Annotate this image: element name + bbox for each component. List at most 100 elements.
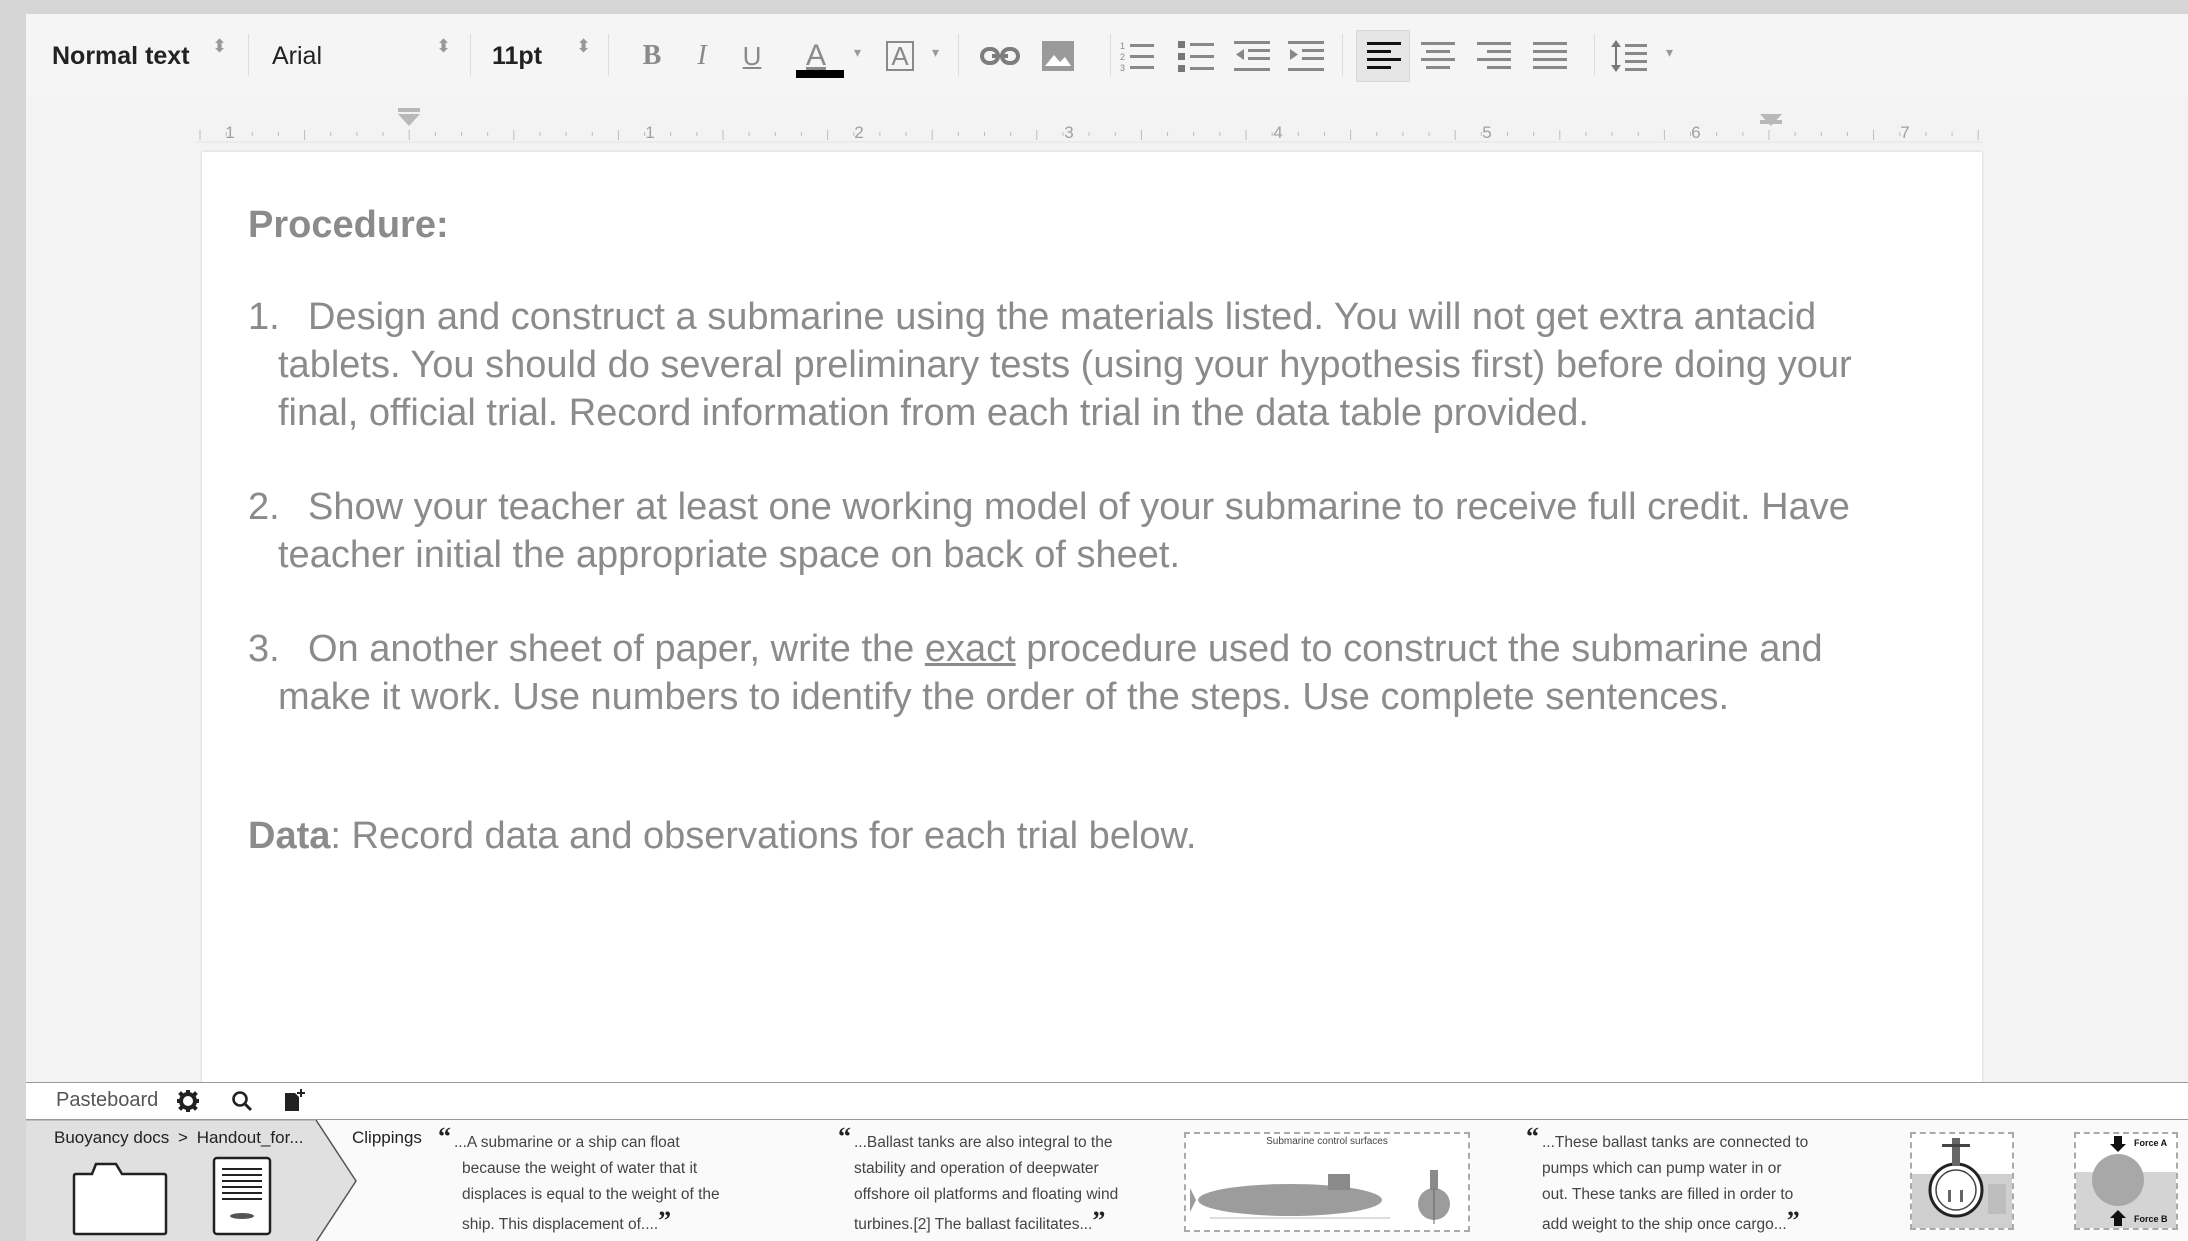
procedure-step-3: 3. On another sheet of paper, write the …: [248, 625, 1888, 721]
folder-icon[interactable]: [72, 1160, 168, 1236]
font-size-value: 11pt: [492, 41, 543, 70]
close-quote-icon: ”: [658, 1206, 672, 1235]
bold-label: B: [642, 40, 662, 71]
font-family-select[interactable]: Arial: [272, 34, 322, 78]
clipping-image-submarine[interactable]: Submarine control surfaces: [1184, 1132, 1470, 1232]
svg-text:1: 1: [1120, 41, 1125, 51]
submarine-cross-section-icon: [1912, 1138, 2012, 1228]
text-color-swatch: [796, 70, 844, 78]
numbered-list-icon[interactable]: 123: [1116, 34, 1160, 78]
decrease-indent-icon[interactable]: [1230, 34, 1274, 78]
clipping-image-cross-section[interactable]: [1910, 1132, 2014, 1230]
breadcrumb: Buoyancy docs > Handout_for...: [54, 1128, 304, 1148]
paragraph-style-select[interactable]: Normal text: [52, 34, 190, 78]
search-icon[interactable]: [230, 1089, 254, 1113]
ruler-scale: 1 1 2 3 4 5 6 7: [196, 108, 1982, 143]
breadcrumb-separator: >: [178, 1128, 188, 1147]
italic-icon[interactable]: I: [680, 34, 724, 78]
breadcrumb-folder[interactable]: Buoyancy docs: [54, 1128, 169, 1147]
svg-text:3: 3: [1120, 63, 1125, 73]
increase-indent-icon[interactable]: [1284, 34, 1328, 78]
font-family-value: Arial: [272, 41, 323, 70]
clipping-quote-2[interactable]: “ ...Ballast tanks are also integral to …: [838, 1124, 1119, 1238]
clipping-image-forces[interactable]: Force A Force B: [2074, 1132, 2178, 1230]
toolbar-divider: [470, 34, 471, 76]
formatting-toolbar: Normal text ⬍ Arial ⬍ 11pt ⬍ B I U A ▾ A…: [26, 14, 2188, 96]
open-quote-icon: “: [838, 1122, 851, 1151]
clip-line: ship. This displacement of....: [462, 1216, 659, 1233]
document-thumbnail-icon[interactable]: [212, 1156, 272, 1236]
image-icon[interactable]: [1036, 34, 1080, 78]
step-text: Design and construct a submarine using t…: [278, 296, 1852, 434]
chevron-down-icon[interactable]: ▾: [932, 44, 939, 61]
clipping-quote-1[interactable]: “ ...A submarine or a ship can float bec…: [438, 1124, 720, 1238]
font-size-arrows-icon[interactable]: ⬍: [576, 36, 591, 56]
force-b-label: Force B: [2134, 1214, 2168, 1224]
clippings-label: Clippings: [352, 1128, 422, 1147]
clip-line: pumps which can pump water in or: [1542, 1160, 1782, 1177]
first-line-indent-marker-icon: [398, 108, 420, 112]
ruler-label: 7: [1900, 123, 1909, 142]
chevron-down-icon[interactable]: ▾: [854, 44, 861, 61]
paragraph-style-value: Normal text: [52, 41, 190, 70]
highlight-icon[interactable]: A: [878, 34, 922, 78]
clip-line: turbines.[2] The ballast facilitates...: [854, 1216, 1093, 1233]
link-icon[interactable]: [978, 34, 1022, 78]
clip-line: displaces is equal to the weight of the: [462, 1186, 720, 1203]
breadcrumb-document[interactable]: Handout_for...: [197, 1128, 304, 1147]
align-center-icon[interactable]: [1416, 34, 1460, 78]
gear-icon[interactable]: [176, 1089, 200, 1113]
document-editor: Normal text ⬍ Arial ⬍ 11pt ⬍ B I U A ▾ A…: [26, 14, 2188, 1241]
window-frame-left: [0, 0, 26, 1241]
step-number: 3.: [248, 628, 280, 670]
pasteboard-body: Buoyancy docs > Handout_for... Clippings: [26, 1120, 2188, 1241]
bulleted-list-icon[interactable]: [1174, 34, 1218, 78]
open-quote-icon: “: [1526, 1122, 1539, 1151]
procedure-heading: Procedure:: [248, 204, 449, 246]
step-number: 1.: [248, 296, 280, 338]
ruler-label: 1: [225, 123, 234, 142]
toolbar-divider: [1594, 34, 1595, 76]
justify-icon[interactable]: [1528, 34, 1572, 78]
new-document-icon[interactable]: [282, 1089, 306, 1113]
chevron-down-icon[interactable]: ▾: [1666, 44, 1673, 61]
paragraph-style-arrows-icon[interactable]: ⬍: [212, 36, 227, 56]
font-family-arrows-icon[interactable]: ⬍: [436, 36, 451, 56]
force-a-label: Force A: [2134, 1138, 2168, 1148]
procedure-step-2: 2. Show your teacher at least one workin…: [248, 483, 1888, 579]
toolbar-divider: [1110, 34, 1111, 76]
pasteboard-title: Pasteboard: [56, 1089, 159, 1111]
clip-line: offshore oil platforms and floating wind: [854, 1186, 1119, 1203]
close-quote-icon: ”: [1092, 1206, 1106, 1235]
font-size-select[interactable]: 11pt: [492, 34, 542, 78]
close-quote-icon: ”: [1786, 1206, 1800, 1235]
procedure-step-1: 1. Design and construct a submarine usin…: [248, 293, 1888, 437]
bold-icon[interactable]: B: [630, 34, 674, 78]
clip-line: ...These ballast tanks are connected to: [1542, 1134, 1809, 1151]
highlight-label: A: [886, 41, 914, 71]
document-body[interactable]: Procedure: 1. Design and construct a sub…: [248, 204, 1888, 858]
horizontal-ruler[interactable]: 1 1 2 3 4 5 6 7: [26, 96, 2188, 158]
toolbar-divider: [608, 34, 609, 76]
document-page[interactable]: Procedure: 1. Design and construct a sub…: [202, 152, 1982, 1092]
align-left-icon[interactable]: [1362, 34, 1406, 78]
clip-line: because the weight of water that it: [462, 1160, 698, 1177]
left-indent-marker-icon: [398, 114, 420, 126]
underline-icon[interactable]: U: [730, 34, 774, 78]
data-instruction: Data: Record data and observations for e…: [248, 815, 1888, 858]
clip-line: ...Ballast tanks are also integral to th…: [854, 1134, 1113, 1151]
ruler-label: 3: [1064, 123, 1073, 142]
pasteboard-header: Pasteboard: [26, 1083, 2188, 1120]
clipping-quote-3[interactable]: “ ...These ballast tanks are connected t…: [1526, 1124, 1809, 1238]
clip-line: stability and operation of deepwater: [854, 1160, 1099, 1177]
ruler-label: 4: [1273, 123, 1282, 142]
clip-line: add weight to the ship once cargo...: [1542, 1216, 1787, 1233]
step-text-start: On another sheet of paper, write the: [308, 628, 925, 670]
submarine-diagram-icon: [1190, 1170, 1450, 1224]
data-text: : Record data and observations for each …: [330, 815, 1197, 857]
clip-line: out. These tanks are filled in order to: [1542, 1186, 1794, 1203]
line-spacing-icon[interactable]: [1608, 34, 1652, 78]
svg-text:2: 2: [1120, 52, 1125, 62]
align-right-icon[interactable]: [1472, 34, 1516, 78]
step-number: 2.: [248, 486, 280, 528]
